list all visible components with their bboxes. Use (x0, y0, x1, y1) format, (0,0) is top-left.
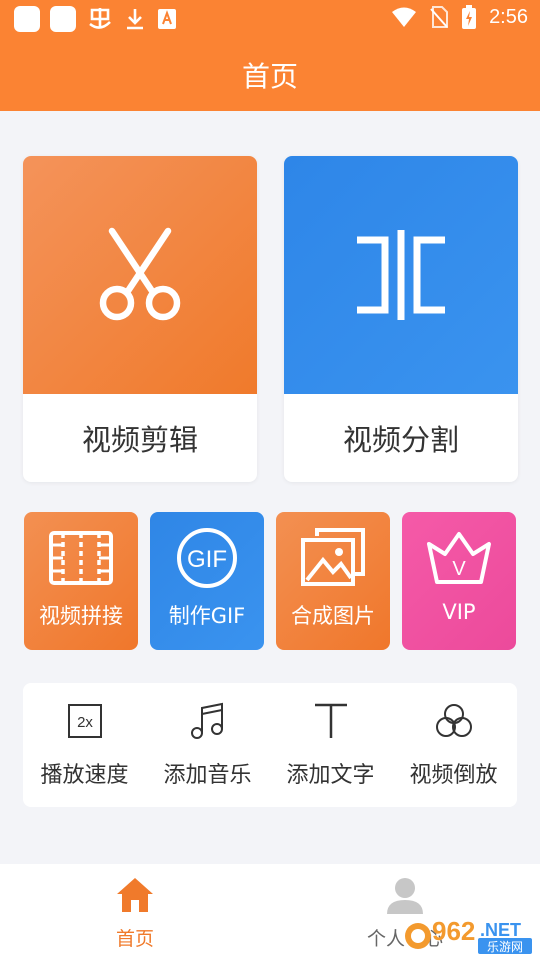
reverse-icon (392, 701, 515, 741)
watermark-number: 962 (432, 916, 475, 946)
video-join-label: 视频拼接 (39, 604, 123, 628)
nav-home[interactable]: 首页 (0, 864, 270, 960)
add-music-tool[interactable]: 添加音乐 (146, 683, 269, 807)
scissors-icon (99, 227, 181, 321)
watermark-cn: 乐游网 (487, 940, 523, 954)
film-strip-icon (24, 526, 138, 590)
status-bar: 2:56 (0, 0, 540, 36)
combine-images-tile[interactable]: 合成图片 (276, 512, 390, 650)
download-icon (127, 9, 143, 30)
home-icon (0, 876, 270, 916)
reverse-video-tool[interactable]: 视频倒放 (392, 683, 515, 807)
site-watermark: 962 .NET 乐游网 (405, 916, 532, 954)
bug-icon (89, 8, 111, 29)
vip-label: VIP (442, 600, 476, 624)
text-icon (269, 701, 392, 741)
make-gif-label: 制作GIF (168, 604, 246, 628)
add-text-label: 添加文字 (286, 763, 375, 788)
speed-icon-text: 2x (77, 714, 93, 731)
status-time: 2:56 (489, 5, 528, 28)
play-speed-tool[interactable]: 2x 播放速度 (23, 683, 146, 807)
video-split-card-art (284, 156, 518, 394)
battery-charging-icon (462, 5, 477, 29)
add-text-tool[interactable]: 添加文字 (269, 683, 392, 807)
video-edit-card-art (23, 156, 257, 394)
video-edit-label: 视频剪辑 (81, 423, 198, 457)
vip-tile[interactable]: V VIP (402, 512, 516, 650)
reverse-video-label: 视频倒放 (409, 763, 498, 788)
video-join-tile[interactable]: 视频拼接 (24, 512, 138, 650)
add-music-label: 添加音乐 (163, 763, 252, 788)
notification-app-icon (50, 6, 76, 32)
image-stack-icon (276, 526, 390, 590)
crown-icon-text: V (452, 558, 466, 580)
status-system: 2:56 (391, 5, 528, 29)
page-title: 首页 (241, 60, 298, 93)
combine-images-label: 合成图片 (291, 604, 375, 628)
make-gif-tile[interactable]: GIF 制作GIF (150, 512, 264, 650)
app-header: 2:56 首页 (0, 0, 540, 111)
speed-icon: 2x (23, 701, 146, 741)
tools-panel: 2x 播放速度 添加音乐 添加文字 视频倒放 (23, 683, 517, 807)
video-split-label: 视频分割 (342, 423, 459, 457)
notification-app-icon (14, 6, 40, 32)
status-notifications (14, 6, 178, 32)
watermark-suffix: .NET (480, 920, 521, 940)
no-sim-icon (430, 6, 449, 28)
gif-icon-text: GIF (187, 546, 227, 573)
video-split-card[interactable]: 视频分割 (284, 156, 518, 482)
nav-home-label: 首页 (115, 928, 154, 950)
wifi-icon (392, 7, 417, 27)
play-speed-label: 播放速度 (40, 763, 129, 788)
gif-icon: GIF (150, 526, 264, 590)
music-note-icon (146, 701, 269, 741)
split-icon (357, 230, 445, 320)
font-badge-icon (158, 9, 176, 29)
video-edit-card[interactable]: 视频剪辑 (23, 156, 257, 482)
crown-icon: V (402, 526, 516, 590)
